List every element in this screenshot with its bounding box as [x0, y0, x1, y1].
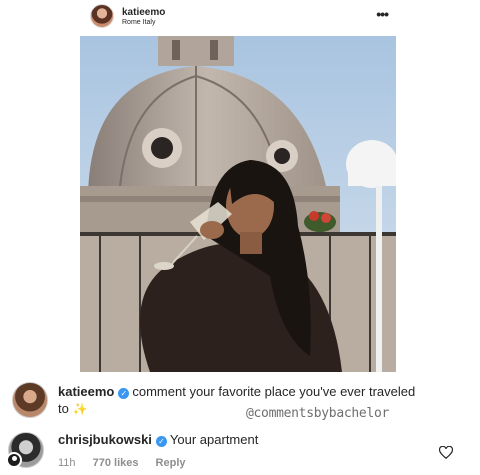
post-author-username[interactable]: katieemo — [122, 7, 165, 18]
post-photo[interactable] — [80, 36, 396, 372]
verified-badge-icon: ✓ — [155, 436, 167, 447]
verified-badge-icon: ✓ — [118, 388, 130, 399]
sparkles-emoji: ✨ — [72, 402, 88, 416]
heart-icon[interactable] — [439, 446, 453, 460]
caption-username[interactable]: katieemo — [58, 384, 114, 399]
post-photo-image — [80, 36, 396, 372]
reply-button[interactable]: Reply — [156, 457, 186, 469]
post-header: katieemo Rome Italy ••• — [88, 2, 394, 32]
commenter-username[interactable]: chrisjbukowski — [58, 432, 152, 447]
story-badge-icon — [6, 452, 22, 468]
comment-time: 11h — [58, 457, 76, 469]
post-author-avatar[interactable] — [90, 4, 114, 28]
more-options-icon[interactable]: ••• — [376, 6, 389, 22]
comment-meta: 11h 770 likes Reply — [58, 457, 200, 469]
comment: chrisjbukowski ✓ Your apartment — [58, 432, 258, 447]
caption-author-avatar[interactable] — [12, 382, 48, 418]
comment-likes[interactable]: 770 likes — [93, 457, 139, 469]
watermark: @commentsbybachelor — [246, 406, 390, 421]
comment-text: Your apartment — [169, 432, 259, 447]
post-location[interactable]: Rome Italy — [122, 19, 155, 26]
